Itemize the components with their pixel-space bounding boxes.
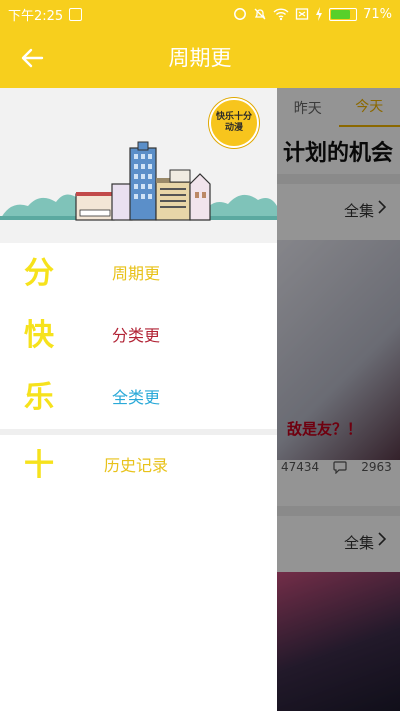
no-sim-icon <box>295 8 309 20</box>
battery-percent: 71% <box>363 6 392 22</box>
drawer-item-label: 分类更 <box>112 326 161 345</box>
notification-icon <box>69 7 83 21</box>
logo-text-line2: 动漫 <box>224 123 243 133</box>
page-title: 周期更 <box>168 46 232 70</box>
drawer-header: 快乐十分 动漫 <box>0 88 277 243</box>
app-bar: 周期更 <box>0 28 400 88</box>
wifi-icon <box>273 8 289 21</box>
menu-glyph-icon: 快 <box>24 318 54 353</box>
drawer-item-label: 历史记录 <box>104 456 169 475</box>
drawer-item-weekly[interactable]: 分 周期更 <box>0 243 277 305</box>
sync-icon <box>234 8 247 20</box>
drawer-item-all[interactable]: 乐 全类更 <box>0 367 277 429</box>
menu-glyph-icon: 乐 <box>24 380 54 415</box>
menu-glyph-icon: 分 <box>24 256 54 291</box>
drawer-menu: 分 周期更 快 分类更 乐 全类更 十 历史记录 <box>0 243 277 497</box>
battery-icon <box>329 7 358 21</box>
status-bar: 下午2:25 71% <box>0 0 400 28</box>
drawer-item-label: 周期更 <box>112 264 161 283</box>
drawer-item-label: 全类更 <box>112 388 161 407</box>
app-logo-badge: 快乐十分 动漫 <box>209 98 259 148</box>
status-time: 下午2:25 <box>8 8 64 24</box>
navigation-drawer: 快乐十分 动漫 分 周期更 快 分类更 乐 全类更 十 历史记录 <box>0 88 277 711</box>
drawer-item-history[interactable]: 十 历史记录 <box>0 435 277 497</box>
mute-bell-icon <box>254 8 266 20</box>
drawer-item-category[interactable]: 快 分类更 <box>0 305 277 367</box>
menu-glyph-icon: 十 <box>24 448 54 483</box>
logo-text-line1: 快乐十分 <box>215 112 252 122</box>
charging-icon <box>316 7 323 21</box>
